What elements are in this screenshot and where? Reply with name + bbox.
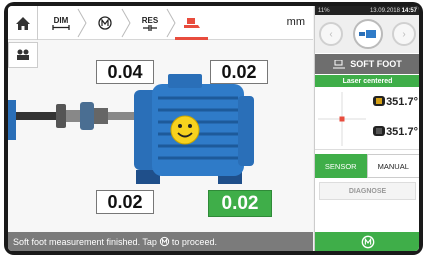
laser-status: Laser centered <box>315 75 419 87</box>
chevron-icon <box>77 8 87 38</box>
right-panel: 11% 13.09.2018 14:57 ‹ › SOFT FOOT Laser… <box>314 6 419 251</box>
softfoot-button[interactable] <box>178 6 206 40</box>
foot-value-bottom-right[interactable]: 0.02 <box>208 190 272 217</box>
results-label: RES <box>141 15 159 25</box>
sensor-status-box: 351.7° 351.7° <box>315 88 419 150</box>
battery-level: 11% <box>318 7 330 14</box>
diagnose-button[interactable]: DIAGNOSE <box>319 182 416 200</box>
home-button[interactable] <box>8 6 38 40</box>
softfoot-icon <box>333 59 346 68</box>
home-icon <box>15 16 30 30</box>
transducer-reading: 351.7° <box>386 126 418 138</box>
dimensions-button[interactable]: DIM <box>46 6 76 40</box>
results-button[interactable]: RES <box>135 6 165 40</box>
chevron-right-icon: › <box>402 28 406 40</box>
current-view-button[interactable] <box>352 19 383 49</box>
dimensions-label: DIM <box>53 16 69 25</box>
chevron-icon <box>166 8 176 38</box>
foot-value-top-right: 0.02 <box>210 60 268 84</box>
view-carousel: ‹ › <box>315 15 419 53</box>
measure-step-button[interactable] <box>90 6 120 40</box>
sensor-option[interactable]: SENSOR <box>315 154 367 178</box>
foot-value-top-left: 0.04 <box>96 60 154 84</box>
time-label: 14:57 <box>401 7 417 14</box>
sensor-manual-toggle: SENSOR MANUAL <box>315 154 419 178</box>
softfoot-icon <box>184 18 200 28</box>
status-message-start: Soft foot measurement finished. Tap <box>13 236 157 247</box>
foot-value-bottom-left: 0.02 <box>96 190 154 214</box>
chevron-icon <box>121 8 131 38</box>
unit-label[interactable]: mm <box>287 16 305 28</box>
prev-view-button[interactable]: ‹ <box>319 22 343 46</box>
proceed-button[interactable] <box>315 232 419 251</box>
results-icon <box>143 24 157 31</box>
dimensions-icon <box>52 25 70 30</box>
status-message-end: to proceed. <box>171 236 217 247</box>
laser-target <box>318 92 366 146</box>
proceed-icon <box>361 235 374 248</box>
device-frame: DIM RES mm 0.04 0.02 0.02 0.02 Soft foot… <box>4 2 423 255</box>
machine-icon <box>358 30 376 38</box>
measure-icon <box>98 16 112 30</box>
wifi-sensor-icon <box>373 126 385 136</box>
measure-icon <box>159 236 170 247</box>
sensor-icon <box>373 96 385 106</box>
machine-view: 0.04 0.02 0.02 0.02 <box>8 40 313 236</box>
mode-title: SOFT FOOT <box>350 59 402 69</box>
manual-option[interactable]: MANUAL <box>366 154 419 178</box>
chevron-left-icon: ‹ <box>329 28 333 40</box>
screen: DIM RES mm 0.04 0.02 0.02 0.02 Soft foot… <box>8 6 419 251</box>
next-view-button[interactable]: › <box>392 22 416 46</box>
top-toolbar: DIM RES mm <box>8 6 313 40</box>
mode-header: SOFT FOOT <box>315 54 419 74</box>
sensor-reading: 351.7° <box>386 96 418 108</box>
date-label: 13.09.2018 <box>369 7 400 14</box>
status-bar: Soft foot measurement finished. Tap to p… <box>8 232 313 251</box>
system-status-bar: 11% 13.09.2018 14:57 <box>315 6 419 15</box>
